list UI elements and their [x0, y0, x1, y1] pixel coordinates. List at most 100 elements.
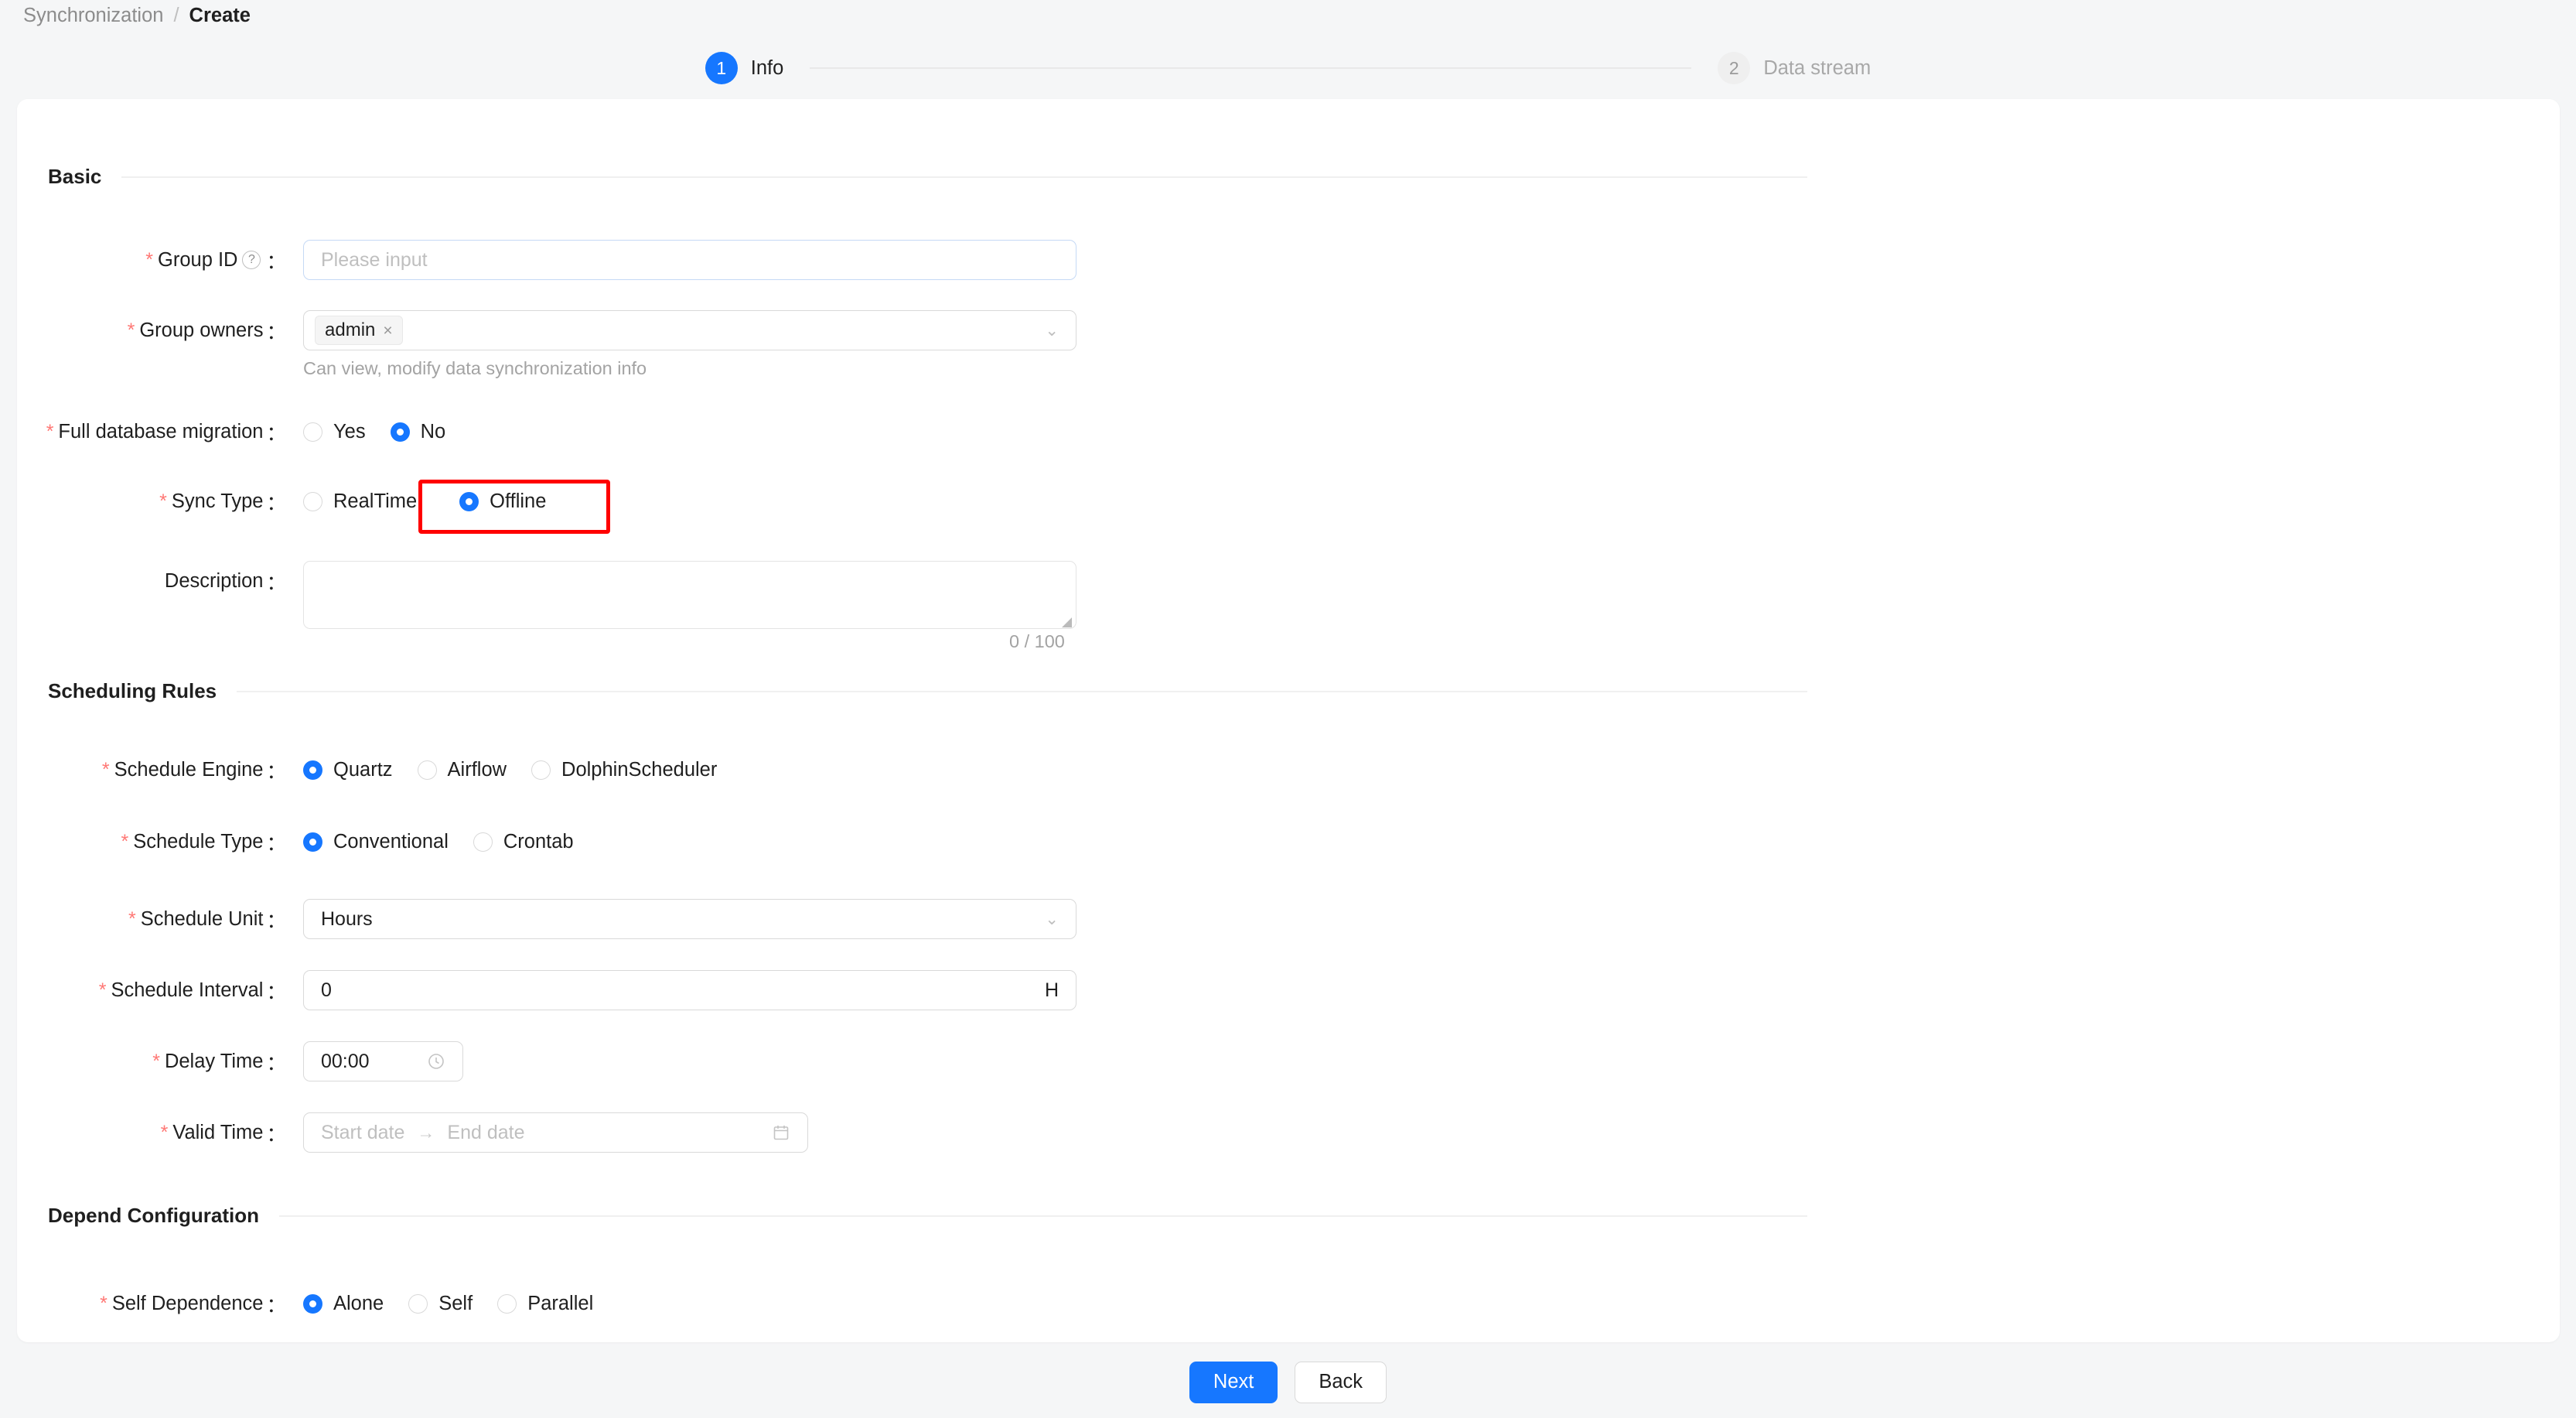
- section-depend-configuration: Depend Configuration: [48, 1204, 1807, 1228]
- radio-dot-selected: [390, 422, 410, 442]
- breadcrumb-separator: /: [173, 4, 179, 26]
- calendar-icon[interactable]: [772, 1123, 790, 1142]
- group-id-colon: ：: [266, 251, 286, 273]
- description-counter: 0 / 100: [1009, 631, 1065, 651]
- required-asterisk: *: [145, 248, 154, 271]
- required-asterisk: *: [127, 319, 135, 341]
- radio-dot: [473, 832, 493, 852]
- step-2-label: Data stream: [1763, 56, 1871, 79]
- description-label: Description ：: [48, 561, 303, 601]
- schedule-unit-label-text: Schedule Unit: [140, 907, 264, 930]
- required-asterisk: *: [121, 831, 129, 853]
- schedule-interval-label: * Schedule Interval ：: [48, 976, 303, 1005]
- step-1-number: 1: [705, 52, 738, 84]
- step-data-stream[interactable]: 2 Data stream: [1718, 52, 1871, 84]
- sync-type-label: * Sync Type ：: [48, 487, 303, 516]
- schedule-engine-label-text: Schedule Engine: [114, 759, 264, 781]
- radio-dot-selected: [303, 760, 322, 780]
- schedule-interval-input[interactable]: 0 H: [303, 970, 1076, 1010]
- field-description: Description ： ◢: [48, 561, 1076, 629]
- schedule-interval-control: 0 H: [303, 970, 1076, 1010]
- required-asterisk: *: [128, 907, 136, 930]
- schedule-type-label: * Schedule Type ：: [48, 828, 303, 856]
- schedule-engine-colon: ：: [266, 761, 286, 783]
- radio-self-dep-self[interactable]: Self: [408, 1293, 473, 1315]
- chevron-down-icon[interactable]: ⌄: [1045, 323, 1059, 339]
- description-label-text: Description: [164, 569, 264, 592]
- valid-time-start-placeholder[interactable]: Start date: [321, 1122, 404, 1144]
- breadcrumb: Synchronization / Create: [23, 0, 251, 31]
- field-full-database-migration: * Full database migration ： Yes No: [46, 418, 470, 446]
- owner-tag-admin[interactable]: admin ×: [315, 316, 403, 345]
- radio-sync-realtime[interactable]: RealTime: [303, 490, 417, 513]
- resize-handle-icon[interactable]: ◢: [1062, 615, 1073, 628]
- section-scheduling-rules: Scheduling Rules: [48, 679, 1807, 703]
- radio-full-db-yes[interactable]: Yes: [303, 421, 366, 443]
- back-button[interactable]: Back: [1295, 1361, 1387, 1403]
- clock-icon[interactable]: [427, 1052, 445, 1071]
- radio-dot-selected: [303, 1294, 322, 1314]
- radio-label: Self: [438, 1293, 473, 1314]
- radio-self-dep-parallel[interactable]: Parallel: [497, 1293, 593, 1315]
- radio-label: Quartz: [333, 759, 393, 781]
- required-asterisk: *: [46, 421, 54, 442]
- required-asterisk: *: [98, 979, 107, 1001]
- range-arrow-icon: →: [417, 1122, 435, 1143]
- close-icon[interactable]: ×: [383, 323, 392, 339]
- schedule-unit-colon: ：: [266, 910, 286, 932]
- section-basic: Basic: [48, 165, 1807, 189]
- radio-label: Airflow: [447, 759, 507, 781]
- description-colon: ：: [266, 572, 286, 594]
- radio-dot: [531, 760, 551, 780]
- step-info[interactable]: 1 Info: [705, 52, 784, 84]
- schedule-unit-value: Hours: [321, 907, 373, 930]
- required-asterisk: *: [152, 1050, 160, 1072]
- field-sync-type: * Sync Type ： RealTime Offline: [48, 487, 571, 516]
- field-group-owners: * Group owners ： admin × ⌄: [48, 310, 1076, 350]
- group-id-input[interactable]: Please input: [303, 240, 1076, 280]
- delay-time-label-text: Delay Time: [164, 1050, 264, 1072]
- schedule-interval-label-text: Schedule Interval: [111, 979, 264, 1001]
- valid-time-end-placeholder[interactable]: End date: [447, 1122, 524, 1144]
- description-textarea[interactable]: ◢: [303, 561, 1076, 629]
- radio-type-crontab[interactable]: Crontab: [473, 831, 574, 853]
- step-1-label: Info: [750, 56, 784, 79]
- radio-sync-offline[interactable]: Offline: [459, 490, 546, 513]
- radio-full-db-no[interactable]: No: [390, 421, 445, 443]
- radio-self-dep-alone[interactable]: Alone: [303, 1293, 384, 1315]
- section-basic-divider: [121, 176, 1807, 178]
- full-database-migration-label-text: Full database migration: [58, 421, 264, 442]
- delay-time-value: 00:00: [321, 1050, 370, 1072]
- radio-engine-quartz[interactable]: Quartz: [303, 759, 393, 781]
- group-owners-select[interactable]: admin × ⌄: [303, 310, 1076, 350]
- radio-engine-airflow[interactable]: Airflow: [417, 759, 507, 781]
- delay-time-picker[interactable]: 00:00: [303, 1041, 463, 1081]
- radio-dot-selected: [459, 492, 479, 511]
- group-owners-hint: Can view, modify data synchronization in…: [303, 358, 647, 378]
- breadcrumb-current-create: Create: [189, 4, 251, 26]
- schedule-unit-select[interactable]: Hours ⌄: [303, 899, 1076, 939]
- description-control: ◢: [303, 561, 1076, 629]
- question-circle-icon[interactable]: ?: [242, 251, 261, 269]
- form-card: [17, 99, 2560, 1342]
- radio-label: DolphinScheduler: [561, 759, 718, 781]
- chevron-down-icon[interactable]: ⌄: [1045, 911, 1059, 928]
- radio-label: RealTime: [333, 490, 418, 512]
- radio-label: Alone: [333, 1293, 384, 1314]
- breadcrumb-link-synchronization[interactable]: Synchronization: [23, 5, 163, 27]
- radio-dot: [408, 1294, 428, 1314]
- field-self-dependence: * Self Dependence ： Alone Self Parallel: [48, 1290, 618, 1318]
- radio-engine-dolphinscheduler[interactable]: DolphinScheduler: [531, 759, 717, 781]
- next-button[interactable]: Next: [1189, 1361, 1278, 1403]
- group-owners-control: admin × ⌄: [303, 310, 1076, 350]
- schedule-engine-radio-group: Quartz Airflow DolphinScheduler: [303, 759, 742, 781]
- group-owners-colon: ：: [266, 321, 286, 343]
- field-schedule-engine: * Schedule Engine ： Quartz Airflow Dolph…: [48, 756, 742, 784]
- required-asterisk: *: [159, 490, 167, 512]
- full-database-migration-colon: ：: [266, 423, 286, 445]
- radio-type-conventional[interactable]: Conventional: [303, 831, 449, 853]
- valid-time-range-picker[interactable]: Start date → End date: [303, 1112, 808, 1153]
- self-dependence-colon: ：: [266, 1295, 286, 1317]
- form-footer: Next Back: [0, 1346, 2576, 1418]
- required-asterisk: *: [101, 759, 110, 781]
